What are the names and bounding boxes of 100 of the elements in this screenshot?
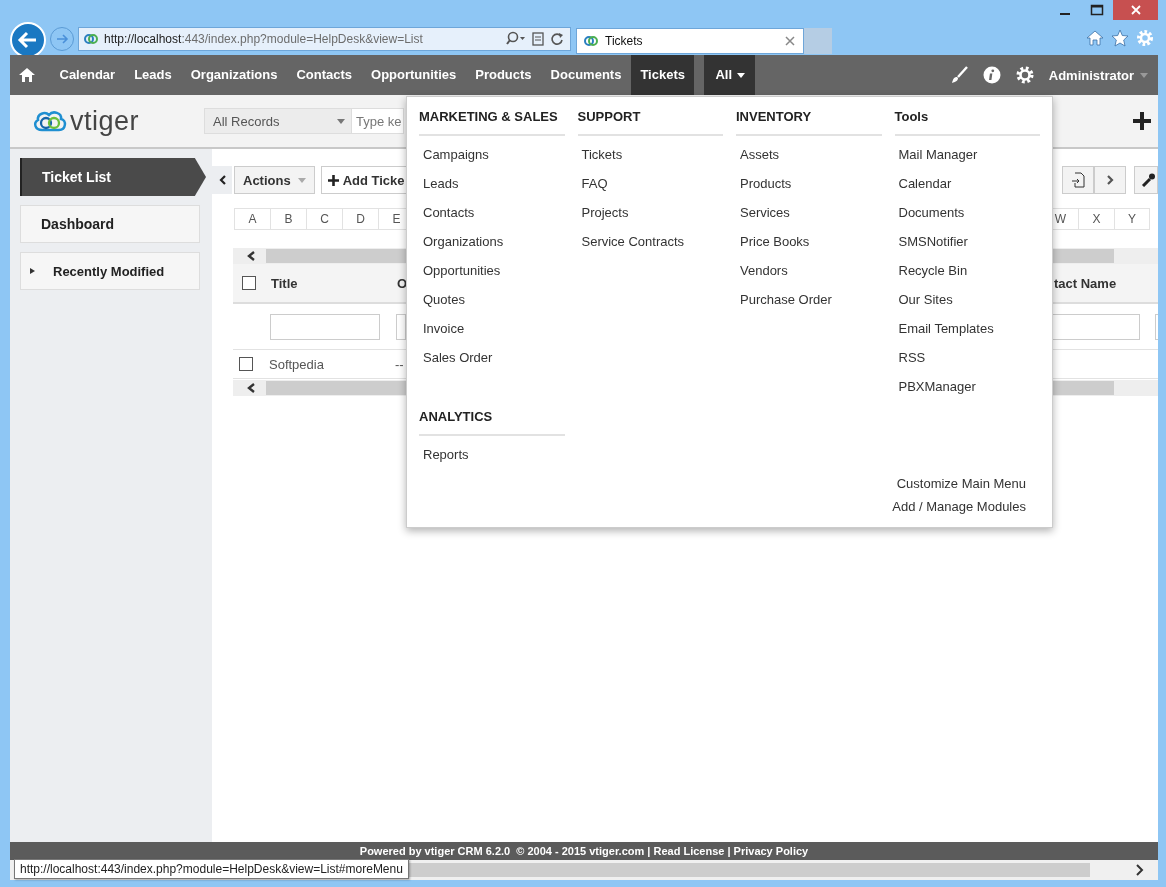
nav-tab[interactable]: Opportunities	[361, 55, 466, 95]
menu-item[interactable]: Reports	[419, 447, 565, 476]
sidebar-item[interactable]: Dashboard	[20, 205, 200, 243]
chevron-left-icon	[247, 383, 256, 393]
import-icon	[1071, 172, 1085, 188]
plus-icon	[327, 174, 339, 186]
menu-item[interactable]: Our Sites	[894, 292, 1040, 321]
chevron-right-icon	[1106, 175, 1114, 185]
brush-icon[interactable]	[949, 66, 968, 84]
import-button[interactable]	[1062, 166, 1094, 194]
alphabet-filter-link[interactable]: A	[234, 208, 270, 230]
close-button[interactable]	[1113, 0, 1158, 20]
all-menu-button[interactable]: All	[704, 55, 756, 95]
menu-item[interactable]: Sales Order	[419, 350, 565, 379]
menu-item[interactable]: Invoice	[419, 321, 565, 350]
info-icon[interactable]	[982, 66, 1001, 84]
back-button[interactable]	[10, 21, 46, 58]
row-checkbox[interactable]	[239, 357, 253, 371]
menu-item[interactable]: Email Templates	[894, 321, 1040, 350]
filter-dropdown[interactable]: All Records	[204, 108, 352, 134]
nav-tab[interactable]: Calendar	[50, 55, 125, 95]
column-header[interactable]: Title	[271, 275, 397, 291]
close-icon	[1129, 4, 1142, 16]
filter-input[interactable]	[270, 313, 380, 340]
menu-item[interactable]: Quotes	[419, 292, 565, 321]
menu-item[interactable]: Services	[736, 205, 882, 234]
browser-tab[interactable]: Tickets	[576, 27, 804, 54]
menu-item[interactable]: Projects	[577, 205, 723, 234]
menu-item[interactable]: FAQ	[577, 176, 723, 205]
chevron-left-icon	[218, 175, 226, 185]
alphabet-filter-link[interactable]: Y	[1114, 208, 1150, 230]
menu-section-title: INVENTORY	[736, 109, 882, 136]
search-field[interactable]: Type ke	[352, 108, 404, 134]
sidebar-item[interactable]: Ticket List	[20, 158, 206, 196]
status-url-tooltip: http://localhost:443/index.php?module=HelpDesk&view=List#moreMenu	[14, 859, 409, 879]
document-icon	[531, 30, 545, 47]
menu-item[interactable]: Products	[736, 176, 882, 205]
menu-item[interactable]: Vendors	[736, 263, 882, 292]
logo-text: vtiger	[70, 105, 140, 137]
menu-item[interactable]: Opportunities	[419, 263, 565, 292]
alphabet-filter-link[interactable]: B	[270, 208, 306, 230]
forward-arrow-icon	[55, 31, 69, 46]
filter-input[interactable]	[396, 313, 406, 340]
menu-item[interactable]: Tickets	[577, 147, 723, 176]
menu-item[interactable]: Documents	[894, 205, 1040, 234]
wrench-button[interactable]	[1134, 166, 1158, 194]
menu-item[interactable]: Contacts	[419, 205, 565, 234]
select-all-checkbox[interactable]	[242, 276, 256, 290]
column-header[interactable]: O	[397, 275, 408, 291]
alphabet-filter-link[interactable]: C	[306, 208, 342, 230]
address-bar[interactable]: http://localhost:443/index.php?module=HelpDesk&view=List	[78, 26, 571, 51]
footer-link[interactable]: vtiger.com	[589, 845, 645, 857]
gear-icon[interactable]	[1015, 66, 1034, 84]
menu-item[interactable]: Organizations	[419, 234, 565, 263]
menu-link[interactable]: Customize Main Menu	[896, 476, 1026, 491]
menu-item[interactable]: Mail Manager	[894, 147, 1040, 176]
home-icon[interactable]	[19, 67, 35, 83]
nav-tab[interactable]: Documents	[541, 55, 631, 95]
collapse-button[interactable]	[212, 166, 232, 194]
plus-icon[interactable]	[1132, 111, 1152, 131]
menu-item[interactable]: Recycle Bin	[894, 263, 1040, 292]
menu-item[interactable]: Price Books	[736, 234, 882, 263]
alphabet-filter-link[interactable]: D	[342, 208, 378, 230]
user-menu[interactable]: Administrator	[1048, 67, 1148, 83]
table-cell-text: Softpedia	[269, 356, 325, 372]
wrench-icon	[1141, 173, 1155, 187]
footer-link[interactable]: Privacy Policy	[733, 845, 809, 857]
menu-item[interactable]: Calendar	[894, 176, 1040, 205]
star-icon[interactable]	[1111, 28, 1129, 47]
tab-title: Tickets	[605, 33, 643, 48]
recently-modified-panel[interactable]: Recently Modified	[20, 252, 200, 290]
menu-item[interactable]: Purchase Order	[736, 292, 882, 321]
home-icon[interactable]	[1086, 28, 1104, 47]
menu-section-title: MARKETING & SALES	[419, 109, 565, 136]
maximize-icon	[1090, 3, 1104, 17]
next-page-button[interactable]	[1094, 166, 1126, 194]
menu-item[interactable]: Assets	[736, 147, 882, 176]
column-header[interactable]: tact Name	[1054, 275, 1158, 291]
nav-tab[interactable]: Organizations	[181, 55, 287, 95]
menu-section-title: SUPPORT	[577, 109, 723, 136]
menu-item[interactable]: RSS	[894, 350, 1040, 379]
close-icon[interactable]	[785, 35, 795, 46]
menu-item[interactable]: Service Contracts	[577, 234, 723, 263]
footer-link[interactable]: Read License	[653, 845, 725, 857]
caret-icon	[297, 177, 306, 183]
footer-text: Powered by vtiger CRM 6.2.0 © 2004 - 2015 vtiger.com | Read License | Privacy Policy	[359, 845, 809, 857]
menu-item[interactable]: PBXManager	[894, 379, 1040, 408]
caret-icon	[737, 72, 746, 78]
nav-tab[interactable]: Leads	[124, 55, 182, 95]
actions-button[interactable]: Actions	[234, 166, 315, 194]
nav-tab[interactable]: Tickets	[630, 55, 695, 95]
alphabet-filter-link[interactable]: X	[1078, 208, 1114, 230]
menu-section-title: ANALYTICS	[419, 409, 565, 436]
table-cell: --	[395, 356, 404, 372]
search-icon	[506, 30, 526, 47]
menu-link[interactable]: Add / Manage Modules	[892, 499, 1026, 514]
nav-tab[interactable]: Products	[465, 55, 542, 95]
chevron-left-icon	[247, 251, 256, 261]
nav-tab[interactable]: Contacts	[286, 55, 362, 95]
menu-item[interactable]: SMSNotifier	[894, 234, 1040, 263]
